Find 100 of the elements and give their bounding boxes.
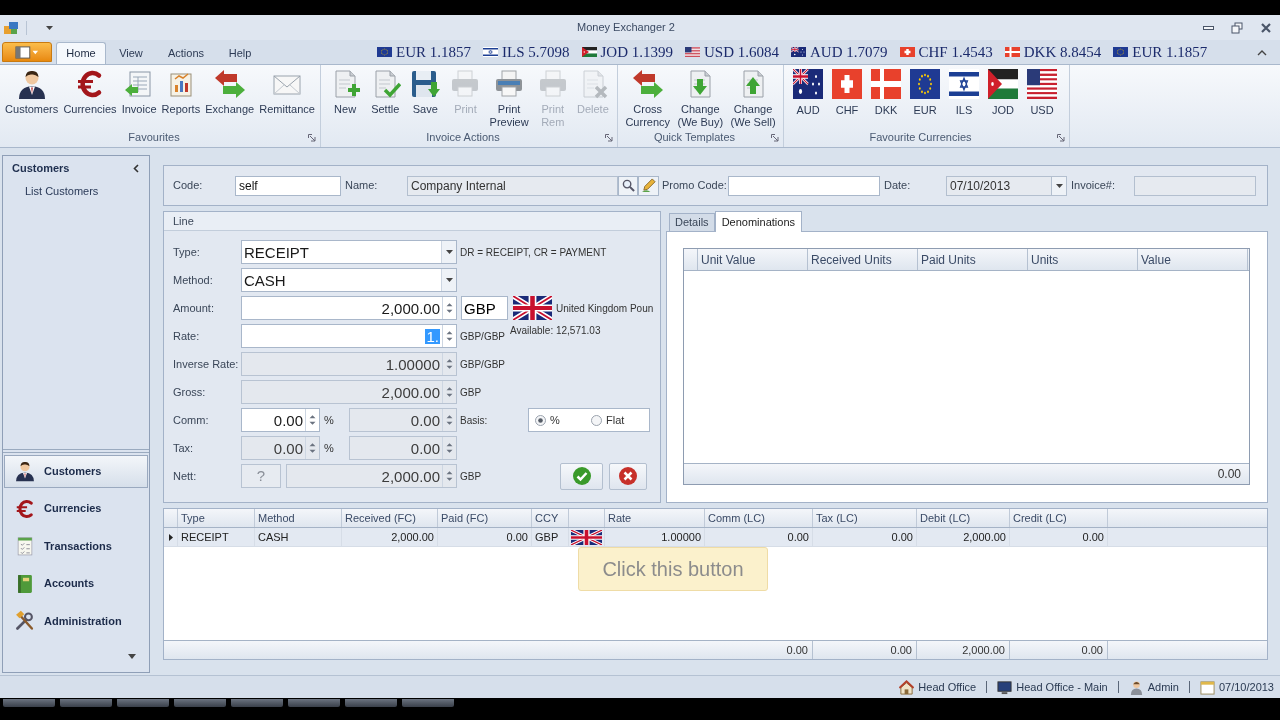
nav-button[interactable]: Accounts [4,567,148,600]
ribbon-button[interactable]: DKK [868,69,904,117]
panel-tab[interactable]: Denominations [714,211,802,232]
exchange-rate: USD 1.6084 [704,44,780,60]
eu-flag-icon [1113,47,1129,57]
edit-button[interactable] [638,175,659,196]
nav-button[interactable]: Administration [4,604,148,638]
israeli-flag-icon [949,69,979,99]
nav-button[interactable]: Customers [4,454,148,488]
app-icon [4,21,18,34]
ribbon-button[interactable]: ILS [946,69,982,117]
column-header[interactable]: Debit (LC) [917,509,1010,527]
spin-field[interactable]: 2,000.00 [241,296,457,320]
column-header[interactable]: Comm (LC) [705,509,813,527]
ribbon-tab[interactable]: Home [56,42,106,64]
ribbon-button[interactable]: JOD [985,69,1021,117]
app-menu-button[interactable] [2,42,52,62]
ribbon-tab[interactable]: Help [214,42,266,64]
ribbon-button[interactable]: New [329,68,362,116]
search-button[interactable] [618,175,638,196]
ribbon-button[interactable]: Invoice [121,68,157,116]
up-down-arrows-icon [309,442,316,454]
up-down-arrows-icon [446,414,453,426]
column-header[interactable]: Received (FC) [342,509,438,527]
ribbon-button[interactable]: Exchange [205,68,255,116]
field-label: Basis: [460,413,488,428]
nav-button[interactable]: Currencies [4,492,148,525]
calendar-icon [1199,679,1215,695]
radio-option[interactable]: % [535,411,591,429]
column-header[interactable]: Type [178,509,255,527]
dropdown-field[interactable]: CASH [241,268,457,292]
currency-field[interactable]: GBP [461,296,508,320]
panel-title: Line [164,212,660,231]
ribbon-button[interactable]: Reports [161,68,201,116]
column-header[interactable]: Credit (LC) [1010,509,1108,527]
ribbon-button[interactable]: Settle [369,68,402,116]
column-header[interactable]: CCY [532,509,569,527]
israeli-flag-icon [483,47,498,57]
input-field[interactable] [728,175,880,196]
restore-icon [1231,21,1243,34]
column-header[interactable]: Units [1028,249,1138,270]
collapse-button[interactable] [132,163,140,173]
exchange-rate: DKK 8.8454 [1023,44,1102,60]
ribbon-button[interactable]: AUD [790,69,826,117]
ribbon-tab[interactable]: Actions [158,42,214,64]
ribbon-button[interactable]: Print Preview [489,68,529,129]
dialog-launcher-button[interactable] [771,133,779,142]
column-header[interactable]: Unit Value [698,249,808,270]
checklist-icon [14,535,36,557]
sidebar-link[interactable]: List Customers [25,182,99,200]
group-label: Invoice Actions [426,130,500,146]
input-field[interactable]: self [235,175,341,196]
table-cell-text: 2,000.00 [391,529,434,545]
hint-text: DR = RECEIPT, CR = PAYMENT [460,245,607,260]
field-label: Inverse Rate: [173,356,239,372]
column-header[interactable]: Rate [605,509,705,527]
cancel-button[interactable] [609,462,647,490]
column-header[interactable]: Method [255,509,342,527]
column-header[interactable]: Value [1138,249,1248,270]
dialog-launcher-button[interactable] [1057,133,1065,142]
column-header[interactable]: Tax (LC) [813,509,917,527]
up-down-arrows-icon [309,414,316,426]
chevron-left-icon [133,163,139,173]
ribbon-button[interactable]: Customers [5,68,59,116]
currency-name: United Kingdom Poun [556,301,654,316]
ribbon-button[interactable]: EUR [907,69,943,117]
ribbon-button[interactable]: Cross Currency [625,68,671,129]
ribbon-button[interactable]: USD [1024,69,1060,117]
ribbon-button[interactable]: Change (We Sell) [730,68,776,129]
radio-option[interactable]: Flat [591,411,625,429]
ribbon-button[interactable]: CHF [829,69,865,117]
exchange-arrows-icon [631,68,664,100]
caret-down-icon [445,278,453,282]
collapse-ribbon-button[interactable] [1256,48,1268,58]
us-flag-icon [685,47,700,57]
nav-button[interactable]: Transactions [4,529,148,563]
total-value: 2,000.00 [962,642,1005,658]
table-cell-text: GBP [535,529,559,545]
column-header[interactable]: Paid (FC) [438,509,532,527]
dialog-launcher-button[interactable] [308,133,316,142]
dropdown-button[interactable] [441,269,456,291]
table-cell-text: RECEIPT [181,529,229,545]
ribbon-button[interactable]: Currencies [63,68,117,116]
ribbon-button[interactable]: Save [409,68,442,116]
column-header[interactable]: Received Units [808,249,918,270]
australian-flag-icon [791,47,807,57]
ribbon-button[interactable]: Remittance [259,68,315,116]
group-label: Favourites [128,130,180,146]
table-row[interactable]: RECEIPT CASH 2,000.00 0.00 GBP 1.00000 0.00 0.00 2,000.00 0.00 [164,528,1267,547]
dropdown-field[interactable]: RECEIPT [241,240,457,264]
dialog-launcher-button[interactable] [605,133,613,142]
column-header[interactable]: Paid Units [918,249,1028,270]
scroll-down-button[interactable] [128,654,137,660]
panel-tab[interactable]: Details [669,213,715,232]
dropdown-button[interactable] [441,241,456,263]
confirm-button[interactable] [560,462,603,490]
ribbon-tab[interactable]: View [106,42,156,64]
launcher-icon [605,133,613,142]
spin-field[interactable]: 0.00 [241,408,320,432]
ribbon-button[interactable]: Change (We Buy) [677,68,724,129]
